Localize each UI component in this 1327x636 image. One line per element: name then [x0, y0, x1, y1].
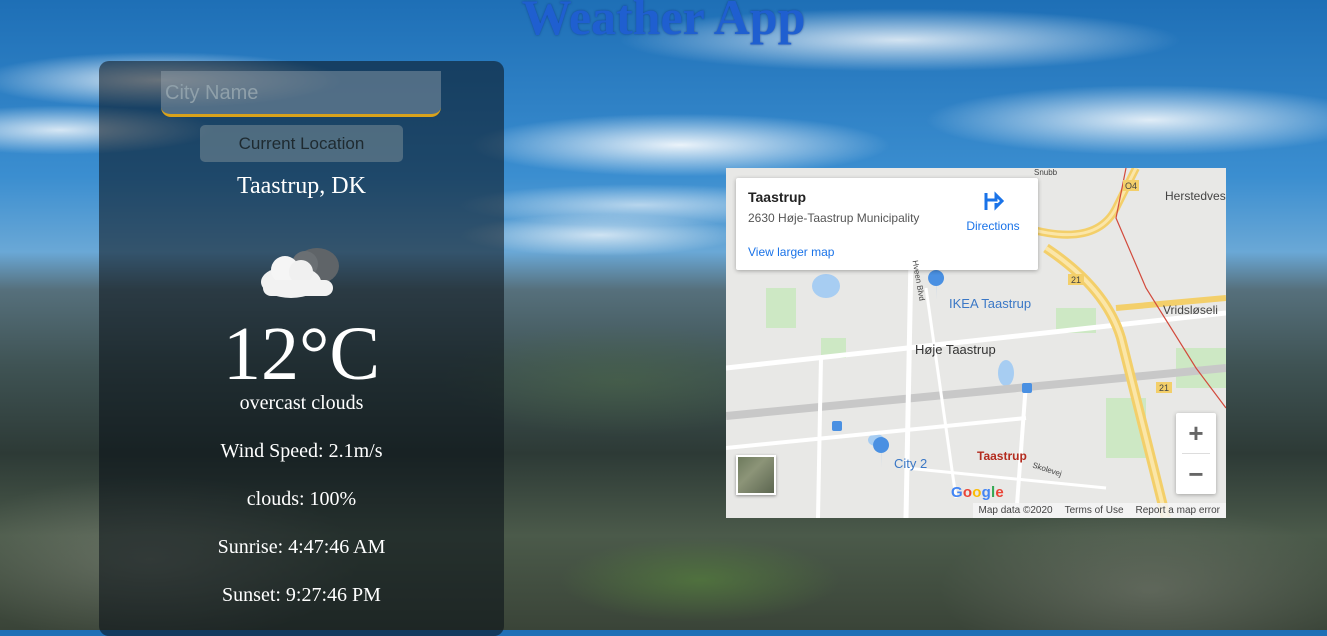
satellite-toggle[interactable] — [736, 455, 776, 495]
map-label-city2[interactable]: City 2 — [894, 456, 927, 471]
location-name: Taastrup, DK — [237, 173, 366, 199]
current-location-button[interactable]: Current Location — [200, 125, 403, 162]
map-label-taastrup: Taastrup — [977, 449, 1027, 463]
report-map-error-link[interactable]: Report a map error — [1136, 505, 1220, 516]
directions-button[interactable]: Directions — [958, 190, 1028, 233]
wind-speed: Wind Speed: 2.1m/s — [220, 440, 383, 462]
map-label-ikea[interactable]: IKEA Taastrup — [949, 296, 1031, 311]
zoom-out-button[interactable]: − — [1176, 454, 1216, 494]
map-place-address: 2630 Høje-Taastrup Municipality — [748, 211, 920, 225]
overcast-clouds-icon — [261, 248, 339, 298]
google-logo: Google — [951, 484, 1004, 501]
road-shield-o4: O4 — [1125, 181, 1138, 191]
cloud-coverage: clouds: 100% — [246, 488, 357, 510]
view-larger-map-link[interactable]: View larger map — [748, 245, 834, 259]
app-title: Weather App — [521, 0, 806, 45]
directions-label: Directions — [966, 219, 1020, 233]
map-label-vridsloselille: Vridsløseli — [1163, 303, 1218, 317]
map-attribution: Map data ©2020 Terms of Use Report a map… — [972, 503, 1226, 518]
zoom-in-button[interactable]: + — [1176, 413, 1216, 453]
temperature: 12°C — [222, 312, 381, 396]
directions-icon — [984, 191, 1005, 211]
map-data-credit: Map data ©2020 — [978, 505, 1053, 516]
map-label-herstedvester: Herstedves — [1165, 189, 1226, 203]
city-name-input[interactable] — [161, 71, 441, 117]
map-embed[interactable]: Taastrup 2630 Høje-Taastrup Municipality… — [726, 168, 1226, 518]
road-shield-21-north: 21 — [1071, 275, 1082, 285]
terms-of-use-link[interactable]: Terms of Use — [1065, 505, 1124, 516]
map-place-name: Taastrup — [748, 189, 807, 205]
map-place-card: Taastrup 2630 Høje-Taastrup Municipality… — [736, 178, 1038, 270]
weather-description: overcast clouds — [239, 392, 364, 414]
road-shield-21-south: 21 — [1159, 383, 1170, 393]
sunrise-time: Sunrise: 4:47:46 AM — [217, 536, 386, 558]
sunset-time: Sunset: 9:27:46 PM — [222, 584, 381, 606]
map-label-hoje-taastrup: Høje Taastrup — [915, 342, 996, 357]
map-zoom-control: + − — [1176, 413, 1216, 494]
map-label-snubbe: Snubb — [1034, 168, 1058, 177]
